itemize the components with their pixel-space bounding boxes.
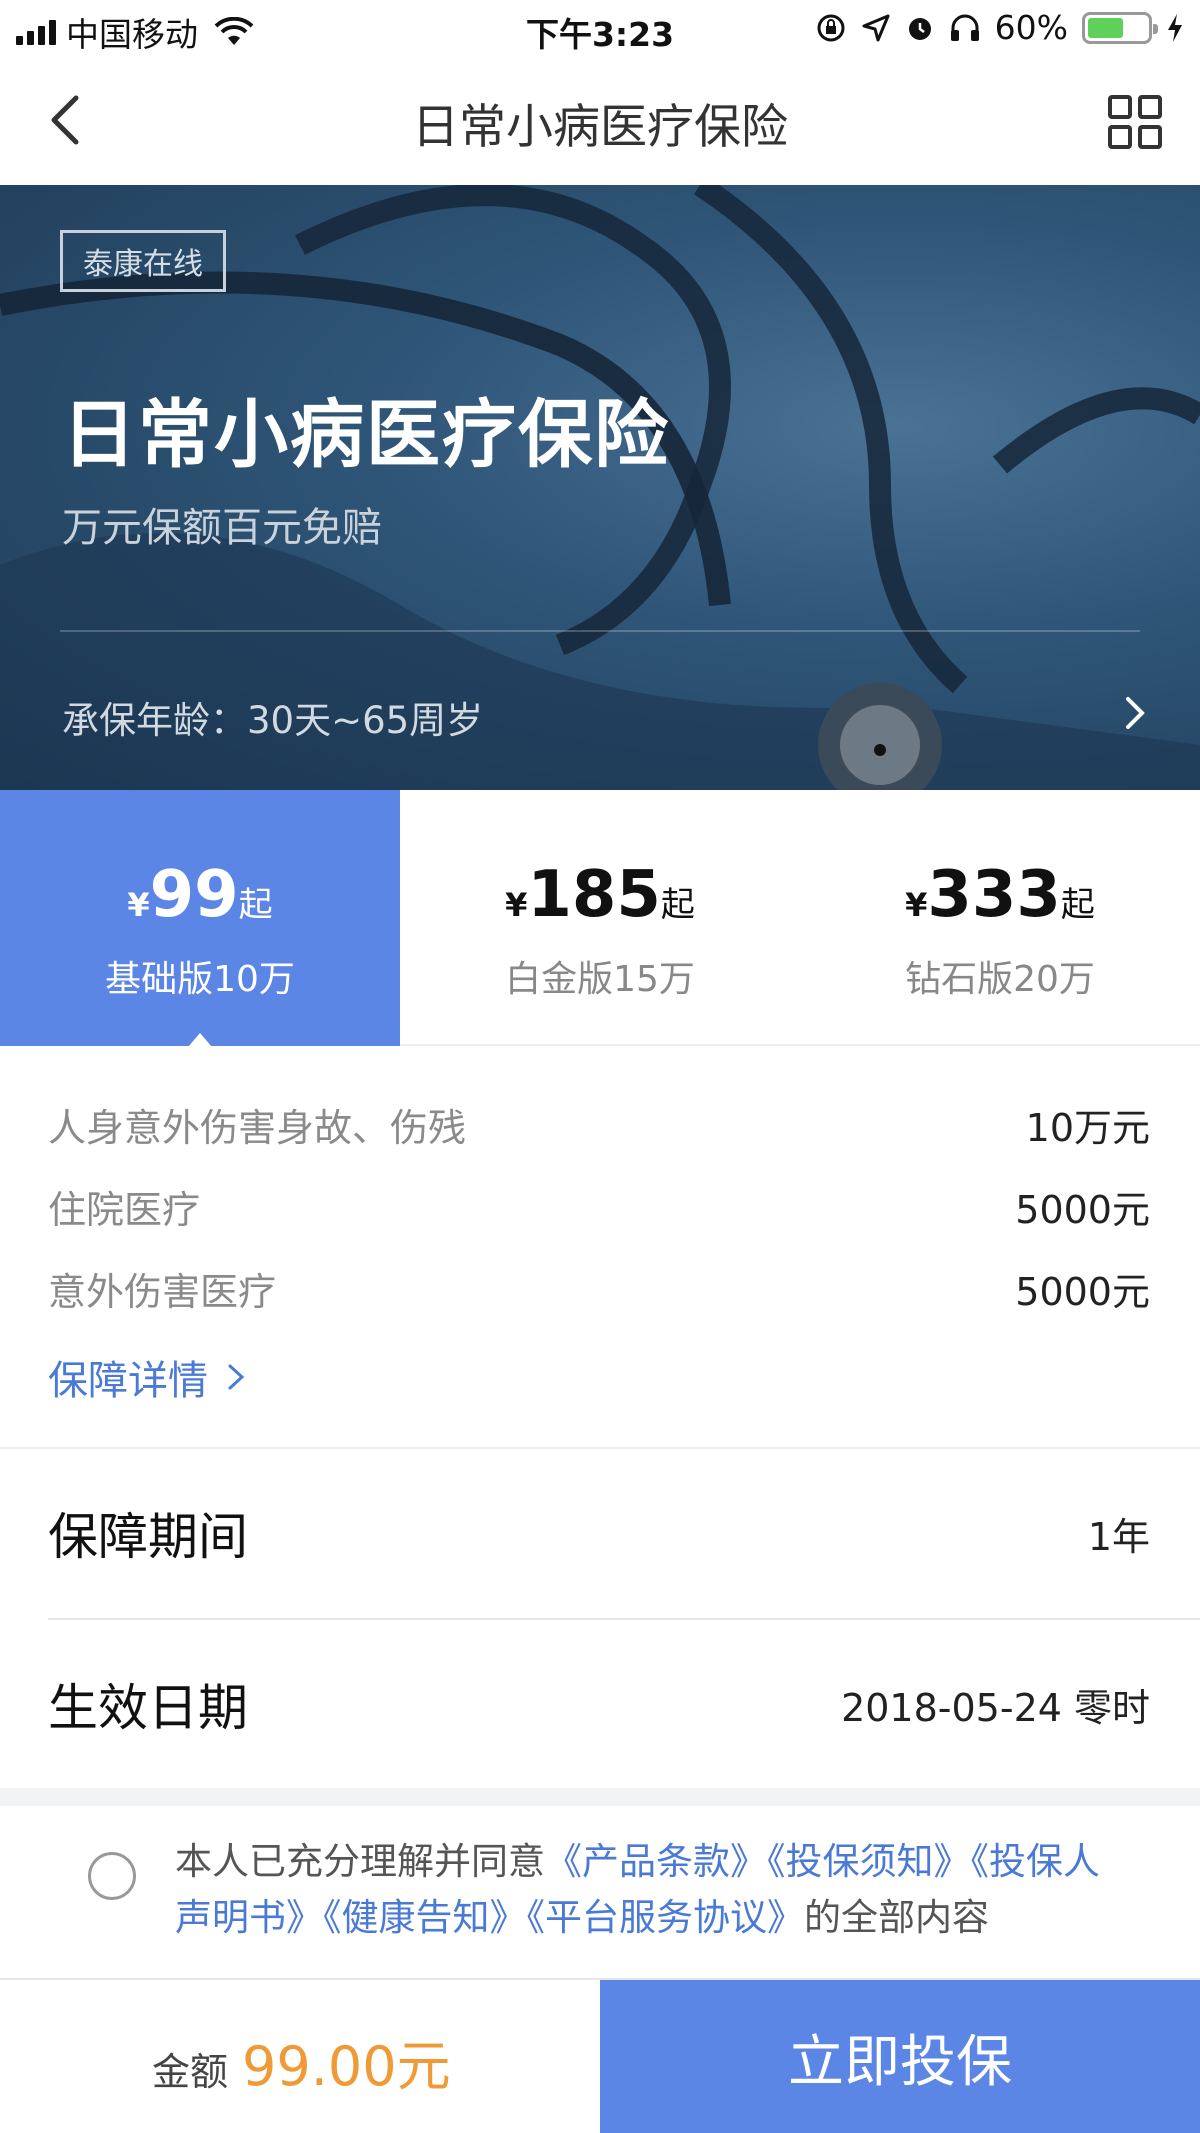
coverage-label: 住院医疗 — [48, 1187, 201, 1232]
hero-banner: 泰康在线 日常小病医疗保险 万元保额百元免赔 承保年龄：30天~65周岁 — [0, 185, 1200, 790]
agreement-suffix: 的全部内容 — [804, 1896, 989, 1939]
headphones-icon — [950, 14, 979, 41]
coverage-value: 5000元 — [1015, 1187, 1150, 1232]
chevron-right-icon — [228, 1364, 245, 1390]
coverage-row: 人身意外伤害身故、伤残 10万元 — [48, 1094, 1150, 1154]
age-range[interactable]: 承保年龄：30天~65周岁 — [62, 690, 483, 744]
effective-date-row[interactable]: 生效日期 2018-05-24 零时 — [48, 1624, 1150, 1784]
link-product-terms[interactable]: 《产品条款》 — [545, 1840, 767, 1883]
battery-percent: 60% — [994, 8, 1068, 47]
coverage-list: 人身意外伤害身故、伤残 10万元 住院医疗 5000元 意外伤害医疗 5000元… — [0, 1048, 1200, 1448]
buy-now-button[interactable]: 立即投保 — [600, 1980, 1200, 2133]
plan-name: 基础版10万 — [105, 959, 295, 1000]
battery-level — [1088, 17, 1123, 38]
currency-symbol: ¥ — [505, 886, 528, 924]
period-label: 保障期间 — [48, 1508, 248, 1566]
amount-label: 金额 — [152, 2050, 229, 2094]
amount-display: 金额 99.00元 — [152, 2022, 451, 2101]
coverage-label: 意外伤害医疗 — [48, 1269, 277, 1314]
price-suffix: 起 — [660, 885, 695, 925]
agree-checkbox[interactable] — [88, 1852, 136, 1900]
plan-name: 钻石版20万 — [905, 959, 1095, 1000]
hero-divider — [60, 630, 1140, 632]
chevron-right-icon[interactable] — [1120, 693, 1150, 733]
battery-icon — [1082, 11, 1158, 44]
coverage-period-row: 保障期间 1年 — [48, 1453, 1150, 1613]
link-insurance-notice[interactable]: 《投保须知》 — [767, 1840, 971, 1883]
price-suffix: 起 — [238, 885, 273, 925]
plan-price: ¥185起 — [400, 858, 800, 932]
currency-symbol: ¥ — [905, 886, 928, 924]
back-chevron-icon[interactable] — [38, 90, 98, 150]
location-icon — [862, 14, 890, 41]
coverage-row: 住院医疗 5000元 — [48, 1176, 1150, 1236]
effective-date-label: 生效日期 — [48, 1679, 248, 1737]
plan-option-diamond[interactable]: ¥333起 钻石版20万 — [800, 790, 1200, 1046]
nav-bar: 日常小病医疗保险 — [0, 60, 1200, 185]
plan-price: ¥99起 — [0, 858, 400, 932]
bottom-bar: 金额 99.00元 立即投保 — [0, 1978, 1200, 2133]
agreement-text: 本人已充分理解并同意《产品条款》《投保须知》《投保人声明书》《健康告知》《平台服… — [175, 1834, 1135, 1946]
status-bar: 中国移动 下午3:23 60% — [0, 0, 1200, 60]
coverage-value: 10万元 — [1025, 1105, 1150, 1150]
section-divider — [0, 1447, 1200, 1449]
coverage-value: 5000元 — [1015, 1269, 1150, 1314]
plan-selector: ¥99起 基础版10万 ¥185起 白金版15万 ¥333起 钻石版20万 — [0, 790, 1200, 1047]
period-value: 1年 — [1087, 1514, 1150, 1559]
coverage-detail-label: 保障详情 — [48, 1358, 208, 1404]
selected-pointer — [188, 1033, 212, 1047]
price-value: 333 — [927, 858, 1061, 932]
hero-title: 日常小病医疗保险 — [62, 392, 670, 478]
hero-subtitle: 万元保额百元免赔 — [62, 505, 382, 551]
plan-price: ¥333起 — [800, 858, 1200, 932]
plan-option-platinum[interactable]: ¥185起 白金版15万 — [400, 790, 800, 1046]
row-divider — [48, 1618, 1200, 1620]
price-suffix: 起 — [1060, 885, 1095, 925]
link-health-notice[interactable]: 《健康告知》 — [323, 1896, 527, 1939]
status-right: 60% — [815, 8, 1184, 47]
amount-value: 99.00元 — [242, 2035, 451, 2098]
link-platform-agreement[interactable]: 《平台服务协议》 — [527, 1896, 805, 1939]
brand-badge: 泰康在线 — [60, 230, 226, 292]
agreement-section: 本人已充分理解并同意《产品条款》《投保须知》《投保人声明书》《健康告知》《平台服… — [0, 1806, 1200, 1978]
section-gap — [0, 1788, 1200, 1806]
plan-name: 白金版15万 — [505, 959, 695, 1000]
coverage-row: 意外伤害医疗 5000元 — [48, 1258, 1150, 1318]
rotation-lock-icon — [817, 14, 845, 41]
currency-symbol: ¥ — [127, 886, 150, 924]
plan-option-basic[interactable]: ¥99起 基础版10万 — [0, 790, 400, 1047]
alarm-icon — [908, 17, 931, 40]
price-value: 99 — [149, 858, 239, 932]
effective-date-value: 2018-05-24 零时 — [841, 1685, 1150, 1730]
page-title: 日常小病医疗保险 — [412, 100, 788, 155]
price-value: 185 — [527, 858, 661, 932]
agreement-prefix: 本人已充分理解并同意 — [175, 1840, 545, 1883]
grid-menu-icon[interactable] — [1108, 95, 1162, 149]
coverage-label: 人身意外伤害身故、伤残 — [48, 1105, 467, 1150]
coverage-detail-link[interactable]: 保障详情 — [48, 1348, 248, 1406]
charging-icon — [1168, 13, 1182, 42]
